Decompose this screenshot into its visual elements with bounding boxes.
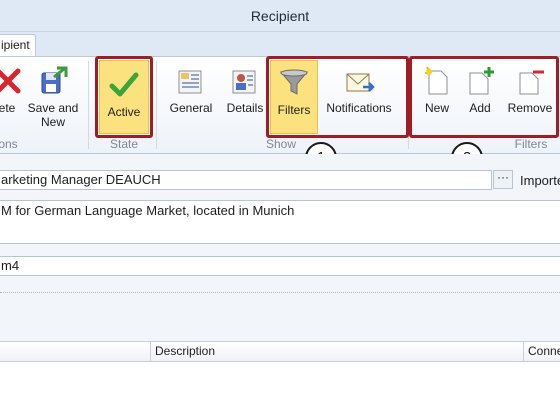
save-and-new-icon [41, 66, 68, 94]
highlight-box-filters [409, 56, 559, 138]
lookup-button[interactable]: ··· [493, 170, 513, 189]
ribbon-tab-row: ipient [0, 32, 560, 57]
group-label-filters: Filters [514, 137, 548, 151]
section-divider [0, 292, 560, 293]
details-icon [232, 70, 256, 94]
delete-label: ete [0, 101, 16, 115]
general-button[interactable]: General [166, 61, 216, 131]
general-label: General [169, 101, 213, 115]
grid-header: Description Conne [0, 341, 560, 362]
ribbon-separator [156, 61, 157, 149]
group-label-show: Show [265, 137, 297, 151]
delete-icon [0, 68, 21, 94]
column-header-description[interactable]: Description [150, 342, 523, 361]
description-field[interactable]: M for German Language Market, located in… [0, 200, 560, 244]
save-and-new-button[interactable]: Save and New [26, 61, 80, 131]
details-label: Details [226, 101, 264, 115]
ribbon-separator [88, 61, 89, 149]
highlight-box-active [95, 56, 153, 138]
highlight-box-show [266, 56, 409, 138]
tab-recipient[interactable]: ipient [0, 34, 36, 57]
group-label-actions: ons [0, 137, 18, 151]
column-header-connection[interactable]: Conne [523, 342, 560, 361]
name-field[interactable]: arketing Manager DEAUCH [0, 170, 492, 190]
details-button[interactable]: Details [222, 61, 268, 131]
imported-label: Importe [520, 173, 560, 188]
window-title: Recipient [250, 8, 310, 24]
general-icon [178, 70, 202, 94]
save-and-new-label-2: New [40, 115, 65, 129]
delete-button[interactable]: ete [0, 61, 22, 131]
code-field[interactable]: m4 [0, 256, 560, 276]
title-bar: Recipient [0, 0, 560, 32]
grid-body [0, 362, 560, 420]
group-label-state: State [109, 137, 139, 151]
save-and-new-label-1: Save and [27, 101, 79, 115]
